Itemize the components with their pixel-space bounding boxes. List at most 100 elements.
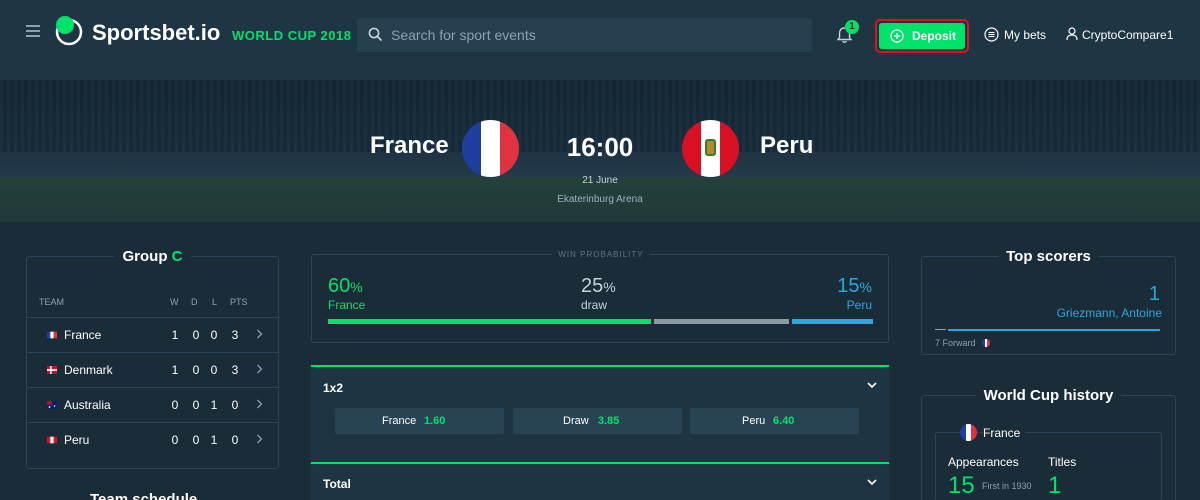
points: 0: [231, 433, 239, 447]
peru-crest-icon: [705, 139, 716, 156]
first-appearance: First in 1930: [982, 481, 1032, 491]
top-scorers-title: Top scorers: [922, 248, 1175, 265]
titles-value: 1: [1048, 472, 1062, 499]
deposit-button[interactable]: Deposit: [879, 23, 965, 49]
away-probability: 15%: [837, 275, 872, 297]
history-title: World Cup history: [922, 387, 1175, 404]
user-menu[interactable]: CryptoCompare1: [1066, 27, 1173, 44]
market-1x2-title[interactable]: 1x2: [323, 381, 343, 395]
denmark-flag-icon: [47, 366, 57, 374]
outcome-odds: 3.85: [598, 415, 620, 427]
chevron-right-icon[interactable]: [256, 434, 263, 444]
away-team-name: Peru: [760, 132, 814, 159]
away-probability-label: Peru: [846, 298, 872, 312]
group-title-prefix: Group: [122, 248, 168, 265]
scorer-meta: 7 Forward: [935, 338, 976, 348]
logo-icon[interactable]: [54, 14, 86, 46]
wins: 1: [171, 328, 179, 342]
plus-circle-icon: [890, 29, 904, 43]
home-probability-bar: [328, 319, 651, 324]
group-title: Group C: [27, 248, 278, 265]
odds-button-away[interactable]: Peru 6.40: [690, 408, 859, 434]
table-row[interactable]: Denmark 1 0 0 3: [28, 352, 279, 387]
market-divider: [311, 462, 889, 464]
outcome-odds: 1.60: [424, 415, 446, 427]
table-row[interactable]: Peru 0 0 1 0: [28, 422, 279, 457]
australia-flag-icon: [47, 401, 57, 409]
my-bets-link[interactable]: My bets: [984, 27, 1046, 45]
brand-name[interactable]: Sportsbet.io: [92, 20, 220, 46]
team-name: Peru: [64, 433, 90, 447]
column-wins: W: [170, 297, 179, 307]
hamburger-icon[interactable]: [26, 25, 40, 37]
odds-button-home[interactable]: France 1.60: [335, 408, 504, 434]
peru-flag-icon: [47, 436, 57, 444]
search-icon: [368, 27, 383, 42]
odds-button-draw[interactable]: Draw 3.85: [513, 408, 682, 434]
scorer-bar-track: [935, 329, 946, 330]
win-probability-title: WIN PROBABILITY: [312, 250, 890, 259]
draw-probability-label: draw: [581, 298, 608, 312]
outcome-label: France: [382, 415, 417, 427]
group-table-card: Group C TEAM W D L PTS France 1 0 0 3 De…: [26, 248, 279, 469]
home-probability-label: France: [328, 298, 366, 312]
chevron-right-icon[interactable]: [256, 329, 263, 339]
team-name: France: [64, 328, 102, 342]
draw-probability-bar: [654, 319, 789, 324]
deposit-label: Deposit: [912, 29, 957, 43]
france-flag-icon: [462, 120, 519, 177]
appearances-value: 15: [948, 472, 975, 499]
losses: 0: [210, 328, 218, 342]
wins: 0: [171, 433, 179, 447]
points: 3: [231, 328, 239, 342]
win-probability-card: WIN PROBABILITY 60% France 25% draw 15% …: [311, 250, 889, 343]
team-schedule-title: Team schedule: [90, 491, 198, 500]
draws: 0: [192, 398, 200, 412]
search-input[interactable]: Search for sport events: [357, 18, 812, 52]
notification-badge: 1: [845, 20, 859, 34]
betting-markets: 1x2 France 1.60 Draw 3.85 Peru 6.40 Tota…: [311, 365, 889, 500]
table-row[interactable]: France 1 0 0 3: [28, 317, 279, 352]
peru-flag-icon: [682, 120, 739, 177]
column-points: PTS: [230, 297, 248, 307]
france-flag-icon: [960, 424, 977, 441]
match-hero: France 16:00 21 June Ekaterinburg Arena …: [0, 80, 1200, 222]
titles-label: Titles: [1048, 455, 1077, 469]
user-icon: [1066, 27, 1078, 41]
wins: 1: [171, 363, 179, 377]
username: CryptoCompare1: [1082, 28, 1174, 42]
losses: 1: [210, 433, 218, 447]
scorer-name[interactable]: Griezmann, Antoine: [1030, 306, 1162, 320]
outcome-odds: 6.40: [773, 415, 795, 427]
top-bar: Sportsbet.io WORLD CUP 2018 Search for s…: [0, 0, 1200, 80]
team-name: Denmark: [64, 363, 113, 377]
search-placeholder: Search for sport events: [391, 27, 536, 43]
points: 3: [231, 363, 239, 377]
team-name: Australia: [64, 398, 111, 412]
france-flag-icon: [47, 331, 57, 339]
chevron-right-icon[interactable]: [256, 399, 263, 409]
draw-probability: 25%: [581, 275, 616, 297]
kickoff-time: 16:00: [566, 132, 634, 162]
losses: 1: [210, 398, 218, 412]
table-row[interactable]: Australia 0 0 1 0: [28, 387, 279, 422]
my-bets-label: My bets: [1004, 28, 1047, 42]
draws: 0: [192, 328, 200, 342]
chevron-right-icon[interactable]: [256, 364, 263, 374]
france-flag-icon: [982, 339, 990, 347]
list-icon: [984, 27, 999, 42]
points: 0: [231, 398, 239, 412]
losses: 0: [210, 363, 218, 377]
wins: 0: [171, 398, 179, 412]
home-team-name: France: [370, 132, 449, 159]
column-team: TEAM: [39, 297, 65, 307]
tournament-label[interactable]: WORLD CUP 2018: [232, 28, 351, 43]
market-total-title[interactable]: Total: [323, 477, 351, 491]
match-date: 21 June: [582, 175, 618, 186]
chevron-down-icon[interactable]: [867, 382, 877, 389]
away-probability-bar: [792, 319, 873, 324]
column-losses: L: [212, 297, 218, 307]
appearances-label: Appearances: [948, 455, 1019, 469]
chevron-down-icon[interactable]: [867, 479, 877, 486]
outcome-label: Draw: [563, 415, 589, 427]
